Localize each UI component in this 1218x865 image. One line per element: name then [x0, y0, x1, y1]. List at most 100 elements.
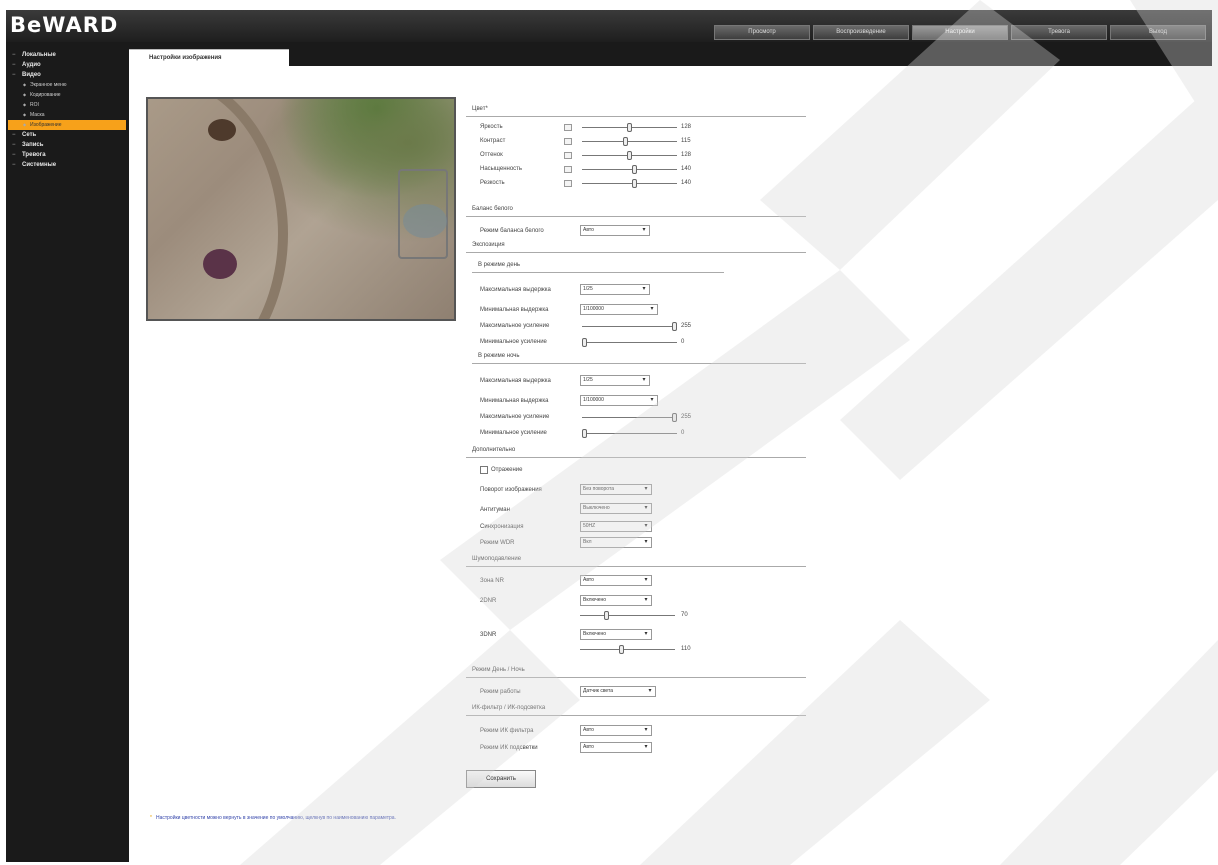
sidebar-item-local[interactable]: Локальные: [8, 50, 126, 60]
slider-thumb[interactable]: [632, 179, 637, 188]
day-max-shutter-select[interactable]: 1/25 ▾: [580, 284, 650, 295]
defog-value: Выключено: [583, 505, 610, 511]
day-max-gain-slider[interactable]: [582, 322, 677, 331]
mirror-checkbox[interactable]: [480, 466, 488, 474]
day-min-shutter-select[interactable]: 1/100000 ▾: [580, 304, 658, 315]
rotation-select[interactable]: Без поворота ▾: [580, 484, 652, 495]
3dnr-value: Включено: [583, 631, 607, 637]
sidebar-item-roi[interactable]: ROI: [8, 100, 126, 110]
3dnr-select[interactable]: Включено ▾: [580, 629, 652, 640]
divider: [472, 272, 724, 273]
sync-select[interactable]: 50HZ ▾: [580, 521, 652, 532]
sidebar-item-video[interactable]: Видео: [8, 70, 126, 80]
beward-logo: BeWARD: [10, 13, 119, 37]
divider: [466, 715, 806, 716]
chevron-down-icon: ▾: [644, 744, 648, 750]
sharpness-slider[interactable]: [564, 179, 677, 188]
3dnr-slider-value: 110: [681, 646, 691, 652]
tab-settings[interactable]: Настройки: [912, 25, 1008, 40]
sidebar-item-image[interactable]: Изображение: [8, 120, 126, 130]
wdr-label: Режим WDR: [480, 540, 515, 546]
night-title: В режиме ночь: [478, 353, 520, 359]
2dnr-slider-value: 70: [681, 612, 688, 618]
section-wb-title: Баланс белого: [472, 206, 513, 212]
divider: [466, 116, 806, 117]
day-min-gain-slider[interactable]: [582, 338, 677, 347]
divider: [466, 457, 806, 458]
wdr-value: Вкл: [583, 539, 592, 545]
ir-filter-select[interactable]: Авто ▾: [580, 725, 652, 736]
saturation-label[interactable]: Насыщенность: [480, 166, 522, 172]
night-max-gain-label: Максимальное усиление: [480, 414, 550, 420]
2dnr-slider[interactable]: [580, 611, 675, 620]
slider-thumb[interactable]: [627, 123, 632, 132]
sidebar-item-system[interactable]: Системные: [8, 160, 126, 170]
sync-label: Синхронизация: [480, 524, 524, 530]
slider-thumb[interactable]: [582, 338, 587, 347]
sidebar-item-alarm[interactable]: Тревога: [8, 150, 126, 160]
slider-thumb[interactable]: [619, 645, 624, 654]
sidebar-item-audio[interactable]: Аудио: [8, 60, 126, 70]
defog-select[interactable]: Выключено ▾: [580, 503, 652, 514]
sharpness-label[interactable]: Резкость: [480, 180, 505, 186]
sidebar-item-osd[interactable]: Экранное меню: [8, 80, 126, 90]
sidebar-item-network[interactable]: Сеть: [8, 130, 126, 140]
hue-label[interactable]: Оттенок: [480, 152, 503, 158]
nr-zone-value: Авто: [583, 577, 594, 583]
section-color-title: Цвет*: [472, 106, 488, 112]
day-min-shutter-value: 1/100000: [583, 306, 604, 312]
chevron-down-icon: ▾: [648, 688, 652, 694]
day-max-gain-value: 255: [681, 323, 692, 329]
tab-logout[interactable]: Выход: [1110, 25, 1206, 40]
saturation-slider[interactable]: [564, 165, 677, 174]
work-mode-select[interactable]: Датчик света ▾: [580, 686, 656, 697]
sidebar-item-record[interactable]: Запись: [8, 140, 126, 150]
slider-thumb[interactable]: [672, 322, 677, 331]
preview-flowers: [203, 249, 237, 279]
night-max-shutter-select[interactable]: 1/25 ▾: [580, 375, 650, 386]
divider: [472, 363, 806, 364]
brightness-slider[interactable]: [564, 123, 677, 132]
chevron-down-icon: ▾: [650, 397, 654, 403]
ir-light-value: Авто: [583, 744, 594, 750]
slider-thumb[interactable]: [604, 611, 609, 620]
night-min-gain-slider[interactable]: [582, 429, 677, 438]
day-min-shutter-label: Минимальная выдержка: [480, 307, 549, 313]
brightness-label[interactable]: Яркость: [480, 124, 503, 130]
sidebar-item-encoding[interactable]: Кодирование: [8, 90, 126, 100]
2dnr-select[interactable]: Включено ▾: [580, 595, 652, 606]
camera-preview: [146, 97, 456, 321]
brightness-icon: [564, 124, 572, 131]
day-max-shutter-label: Максимальная выдержка: [480, 287, 551, 293]
contrast-slider[interactable]: [564, 137, 677, 146]
tab-preview[interactable]: Просмотр: [714, 25, 810, 40]
hue-value: 128: [681, 152, 692, 158]
slider-thumb[interactable]: [627, 151, 632, 160]
contrast-label[interactable]: Контраст: [480, 138, 505, 144]
sharpness-icon: [564, 180, 572, 187]
sidebar-item-mask[interactable]: Маска: [8, 110, 126, 120]
nr-zone-label: Зона NR: [480, 578, 504, 584]
contrast-value: 115: [681, 138, 691, 144]
nr-zone-select[interactable]: Авто ▾: [580, 575, 652, 586]
slider-thumb[interactable]: [623, 137, 628, 146]
night-min-shutter-select[interactable]: 1/100000 ▾: [580, 395, 658, 406]
tab-alarm[interactable]: Тревога: [1011, 25, 1107, 40]
mirror-label: Отражение: [491, 467, 523, 473]
night-min-shutter-label: Минимальная выдержка: [480, 398, 549, 404]
hue-slider[interactable]: [564, 151, 677, 160]
slider-thumb[interactable]: [582, 429, 587, 438]
wb-mode-select[interactable]: Авто ▾: [580, 225, 650, 236]
page-title-tab[interactable]: Настройки изображения: [129, 49, 289, 66]
slider-thumb[interactable]: [672, 413, 677, 422]
night-max-gain-slider[interactable]: [582, 413, 677, 422]
tab-playback[interactable]: Воспроизведение: [813, 25, 909, 40]
chevron-down-icon: ▾: [644, 577, 648, 583]
slider-thumb[interactable]: [632, 165, 637, 174]
ir-light-select[interactable]: Авто ▾: [580, 742, 652, 753]
save-button[interactable]: Сохранить: [466, 770, 536, 788]
wdr-select[interactable]: Вкл ▾: [580, 537, 652, 548]
chevron-down-icon: ▾: [644, 539, 648, 545]
3dnr-slider[interactable]: [580, 645, 675, 654]
chevron-down-icon: ▾: [642, 286, 646, 292]
